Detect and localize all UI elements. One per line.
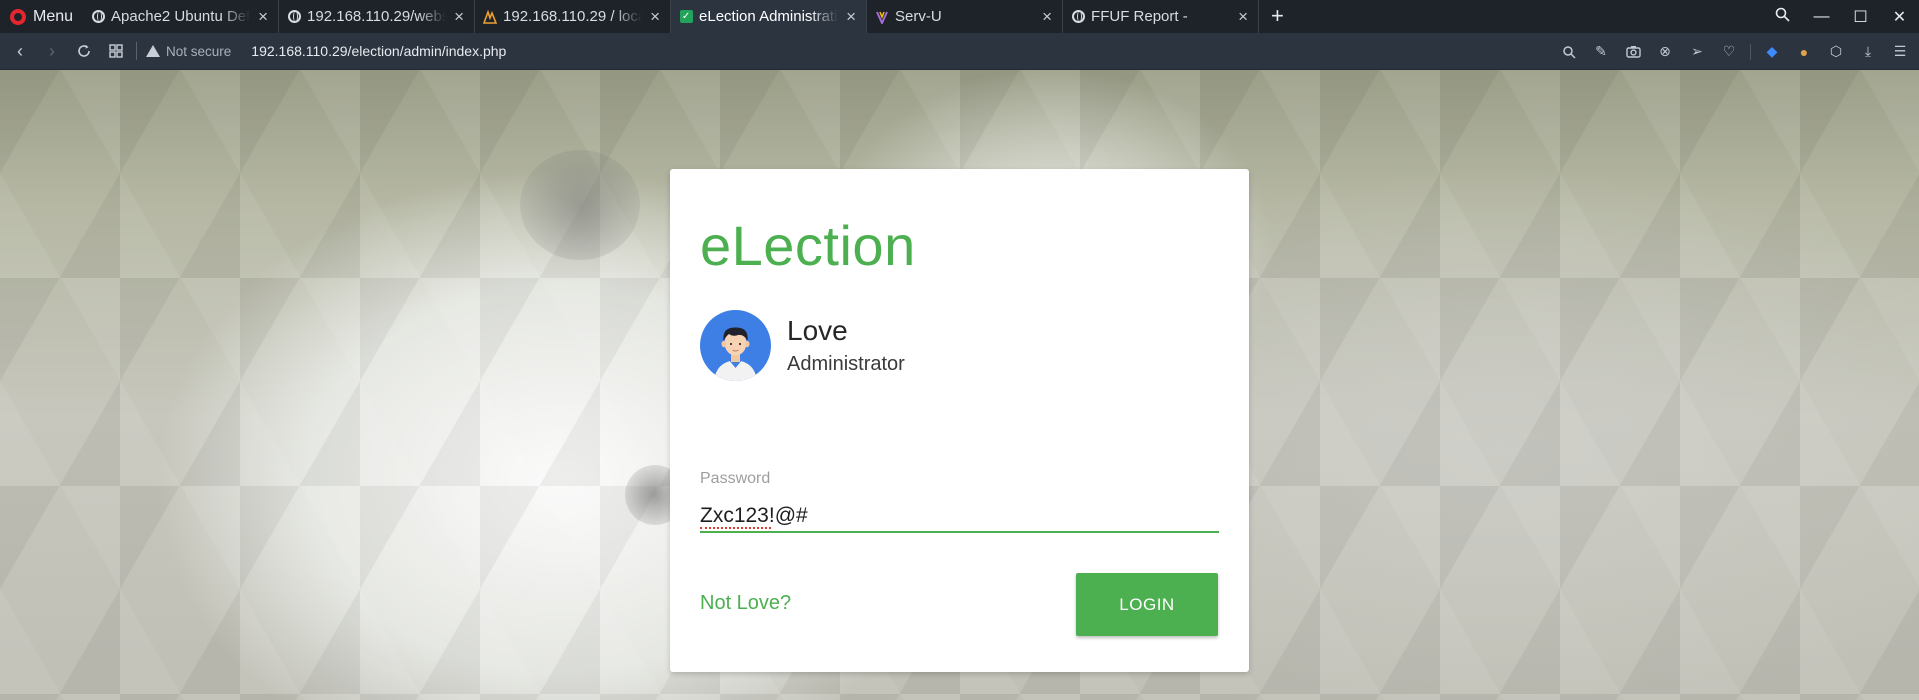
window-controls: — ☐ ✕ xyxy=(1763,0,1919,33)
search-page-icon[interactable] xyxy=(1558,41,1580,63)
tab-election-admin[interactable]: ✓ eLection Administration × xyxy=(671,0,868,33)
tab-apache-default[interactable]: Apache2 Ubuntu Default Page × xyxy=(83,0,280,33)
user-name: Love xyxy=(787,315,848,346)
url-field[interactable]: 192.168.110.29/election/admin/index.php xyxy=(251,43,506,59)
search-tabs-icon[interactable] xyxy=(1763,7,1802,27)
forward-icon[interactable]: › xyxy=(36,33,68,70)
tab-strip: Menu Apache2 Ubuntu Default Page × 192.1… xyxy=(0,0,1919,33)
opera-menu-button[interactable]: Menu xyxy=(0,0,83,33)
not-user-link[interactable]: Not Love? xyxy=(700,592,791,615)
tab-title: FFUF Report - xyxy=(1091,8,1188,25)
check-shield-icon: ✓ xyxy=(679,10,693,24)
block-icon[interactable]: ⊗ xyxy=(1654,41,1676,63)
tab-title: 192.168.110.29/websh xyxy=(307,8,447,25)
reload-icon[interactable] xyxy=(68,33,100,70)
tab-title: eLection Administration xyxy=(699,8,838,25)
password-label: Password xyxy=(700,470,771,487)
close-icon[interactable]: × xyxy=(648,7,662,27)
tab-ffuf-report[interactable]: FFUF Report - × xyxy=(1063,0,1260,33)
login-button[interactable]: LOGIN xyxy=(1076,573,1218,636)
cube-icon[interactable]: ⬡ xyxy=(1825,41,1847,63)
password-field[interactable] xyxy=(700,500,1219,533)
opera-logo-icon xyxy=(10,8,26,25)
new-tab-button[interactable]: + xyxy=(1259,0,1296,33)
back-icon[interactable]: ‹ xyxy=(4,33,36,70)
heart-icon[interactable]: ♡ xyxy=(1718,41,1740,63)
close-icon[interactable]: × xyxy=(1040,7,1054,27)
globe-icon xyxy=(287,10,301,24)
close-icon[interactable]: × xyxy=(256,7,270,27)
minimize-icon[interactable]: — xyxy=(1802,8,1841,26)
background-photo-shadow xyxy=(520,150,640,260)
user-role: Administrator xyxy=(787,353,905,375)
tab-title: Serv-U xyxy=(895,8,942,25)
extension-blue-icon[interactable]: ◆ xyxy=(1761,41,1783,63)
cookie-icon[interactable]: ● xyxy=(1793,41,1815,63)
divider xyxy=(1750,43,1751,60)
page-background: eLection Love Administrator Password Not… xyxy=(0,70,1919,700)
tab-phpmyadmin[interactable]: 192.168.110.29 / localhost × xyxy=(475,0,672,33)
edit-icon[interactable]: ✎ xyxy=(1590,41,1612,63)
servu-icon xyxy=(875,10,889,24)
security-status[interactable]: Not secure xyxy=(166,44,231,59)
menu-label: Menu xyxy=(33,7,74,25)
tab-title: Apache2 Ubuntu Default Page xyxy=(111,8,251,25)
tab-websh[interactable]: 192.168.110.29/websh × xyxy=(279,0,476,33)
brand-title: eLection xyxy=(700,214,916,277)
login-card: eLection Love Administrator Password Not… xyxy=(670,169,1249,672)
send-icon[interactable]: ➢ xyxy=(1686,41,1708,63)
address-bar: ‹ › Not secure 192.168.110.29/election/a… xyxy=(0,33,1919,70)
tab-servu[interactable]: Serv-U × xyxy=(867,0,1064,33)
globe-icon xyxy=(1071,10,1085,24)
phpmyadmin-icon xyxy=(483,9,498,24)
download-icon[interactable]: ⤓ xyxy=(1857,41,1879,63)
close-icon[interactable]: × xyxy=(1236,7,1250,27)
avatar xyxy=(700,310,771,381)
close-window-icon[interactable]: ✕ xyxy=(1880,7,1919,27)
divider xyxy=(136,42,137,60)
spellcheck-underline xyxy=(700,525,771,529)
camera-icon[interactable] xyxy=(1622,41,1644,63)
close-icon[interactable]: × xyxy=(844,7,858,27)
globe-icon xyxy=(91,10,105,24)
close-icon[interactable]: × xyxy=(452,7,466,27)
tab-grid-icon[interactable] xyxy=(100,33,132,70)
maximize-icon[interactable]: ☐ xyxy=(1841,7,1880,27)
tab-title: 192.168.110.29 / localhost xyxy=(503,8,642,25)
easy-setup-icon[interactable]: ☰ xyxy=(1889,41,1911,63)
toolbar-icons: ✎ ⊗ ➢ ♡ ◆ ● ⬡ ⤓ ☰ xyxy=(1558,33,1911,70)
warning-icon[interactable] xyxy=(146,45,160,57)
